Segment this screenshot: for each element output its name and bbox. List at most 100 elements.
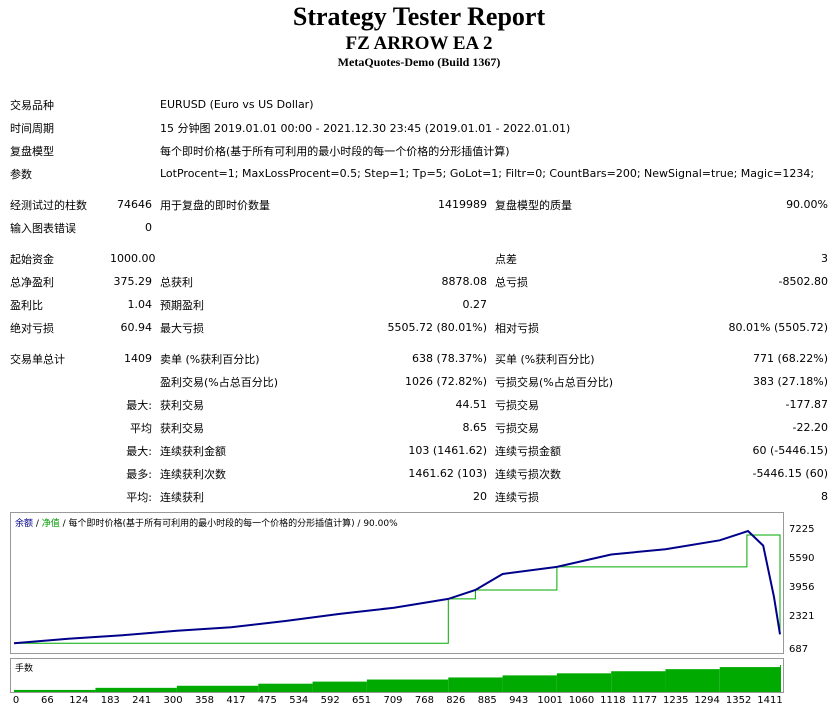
x-tick-label: 1352 [725,695,752,706]
largest-loss-label: 亏损交易 [495,398,539,412]
quality-label: 复盘模型的质量 [495,198,572,212]
lots-bar [502,675,557,692]
server-name: MetaQuotes-Demo (Build 1367) [337,55,501,69]
abs-dd-label: 绝对亏损 [10,321,54,335]
lots-bar [448,677,503,692]
profit-trades-label: 盈利交易(%占总百分比) [160,375,279,389]
model-label: 复盘模型 [10,144,54,158]
avg-profit-value: 8.65 [462,421,488,434]
bars-value: 74646 [117,198,152,211]
max-consec-wins-label: 连续获利金额 [160,444,226,458]
avg-profit-label: 获利交易 [160,421,204,435]
x-tick-label: 885 [477,695,497,706]
ea-name: FZ ARROW EA 2 [345,33,493,54]
errors-label: 输入图表错误 [10,221,76,235]
report-table: 交易品种 EURUSD (Euro vs US Dollar) 时间周期 15 … [6,93,832,508]
spread-label: 点差 [495,252,517,266]
row-bars: 经测试过的柱数 74646 用于复盘的即时价数量 1419989 复盘模型的质量… [6,193,832,216]
x-tick-label: 241 [132,695,152,706]
x-tick-label: 183 [100,695,120,706]
balance-chart: 余额 / 净值 / 每个即时价格(基于所有可利用的最小时段的每一个价格的分形插值… [10,512,784,654]
row-period: 时间周期 15 分钟图 2019.01.01 00:00 - 2021.12.3… [6,116,832,139]
ticks-label: 用于复盘的即时价数量 [160,198,270,212]
lots-bar [258,683,313,692]
bars-label: 经测试过的柱数 [10,198,87,212]
spread-value: 3 [821,252,829,265]
lots-bar [665,669,720,692]
x-tick-label: 1001 [537,695,563,706]
expected-payoff-label: 预期盈利 [160,298,204,312]
total-trades-value: 1409 [124,352,152,365]
x-tick-label: 1118 [600,695,626,706]
loss-trades-value: 383 (27.18%) [752,375,829,388]
x-tick-label: 943 [509,695,529,706]
symbol-label: 交易品种 [10,98,54,112]
max-consec-loss-value: -5446.15 (60) [752,467,829,480]
avg-consec-wins-label: 连续获利 [160,490,204,504]
x-tick-label: 768 [414,695,434,706]
x-tick-label: 475 [257,695,277,706]
max-consec-wins-value: 103 (1461.62) [408,444,487,457]
row-average: 平均 获利交易 8.65 亏损交易 -22.20 [6,416,832,439]
gross-loss-value: -8502.80 [778,275,829,288]
row-largest: 最大: 获利交易 44.51 亏损交易 -177.87 [6,393,832,416]
max-consec-profit-label: 连续获利次数 [160,467,226,481]
x-tick-label: 592 [320,695,340,706]
max-consec-losses-value: 60 (-5446.15) [752,444,829,457]
largest-loss-value: -177.87 [785,398,829,411]
row-params: 参数 LotProcent=1; MaxLossProcent=0.5; Ste… [6,162,832,185]
max-consec-profit-value: 1461.62 (103) [408,467,487,480]
x-tick-label: 826 [446,695,466,706]
x-tick-label: 651 [352,695,372,706]
row-symbol: 交易品种 EURUSD (Euro vs US Dollar) [6,93,832,116]
x-tick-label: 534 [289,695,309,706]
loss-trades-label: 亏损交易(%占总百分比) [495,375,614,389]
quality-value: 90.00% [786,198,829,211]
x-tick-label: 417 [226,695,246,706]
deposit-label: 起始资金 [10,252,54,266]
row-model: 复盘模型 每个即时价格(基于所有可利用的最小时段的每一个价格的分形插值计算) [6,139,832,162]
lots-bar [95,687,177,692]
max-dd-value: 5505.72 (80.01%) [387,321,487,334]
lots-bar [366,679,449,692]
lots-bar [312,681,367,692]
abs-dd-value: 60.94 [120,321,153,334]
avg2-prefix: 平均: [126,490,152,504]
x-tick-label: 1060 [568,695,595,706]
symbol-value: EURUSD (Euro vs US Dollar) [160,98,314,111]
row-profit: 总净盈利 375.29 总获利 8878.08 总亏损 -8502.80 [6,270,832,293]
row-factor: 盈利比 1.04 预期盈利 0.27 [6,293,832,316]
x-tick-label: 1235 [663,695,689,706]
y-tick-label: 5590 [789,553,815,564]
largest-profit-value: 44.51 [455,398,488,411]
x-tick-label: 66 [41,695,54,706]
profit-factor-value: 1.04 [127,298,153,311]
avg-consec-losses-label: 连续亏损 [495,490,539,504]
lots-chart: 手数 [10,658,784,693]
x-tick-label: 358 [194,695,215,706]
lots-chart-svg [14,665,781,692]
x-tick-label: 1177 [631,695,658,706]
net-profit-label: 总净盈利 [10,275,54,289]
lots-bar [780,665,781,692]
errors-value: 0 [145,221,152,234]
params-value: LotProcent=1; MaxLossProcent=0.5; Step=1… [160,167,815,180]
short-value: 638 (78.37%) [411,352,487,365]
params-label: 参数 [10,167,32,181]
avg-consec-losses-value: 8 [821,490,829,503]
largest-profit-label: 获利交易 [160,398,204,412]
max-dd-label: 最大亏损 [160,321,204,335]
period-value: 15 分钟图 2019.01.01 00:00 - 2021.12.30 23:… [160,121,571,135]
avg-loss-label: 亏损交易 [495,421,539,435]
report-title: Strategy Tester Report [292,2,546,31]
lots-bar [176,685,259,692]
avg-consec-wins-value: 20 [473,490,487,503]
total-trades-label: 交易单总计 [10,352,65,366]
x-tick-label: 124 [69,695,89,706]
profit-factor-label: 盈利比 [10,298,43,312]
long-label: 买单 (%获利百分比) [495,352,595,366]
y-tick-label: 3956 [789,582,815,593]
expected-payoff-value: 0.27 [462,298,488,311]
x-tick-label: 709 [383,695,403,706]
max-consec-losses-label: 连续亏损金额 [495,444,561,458]
